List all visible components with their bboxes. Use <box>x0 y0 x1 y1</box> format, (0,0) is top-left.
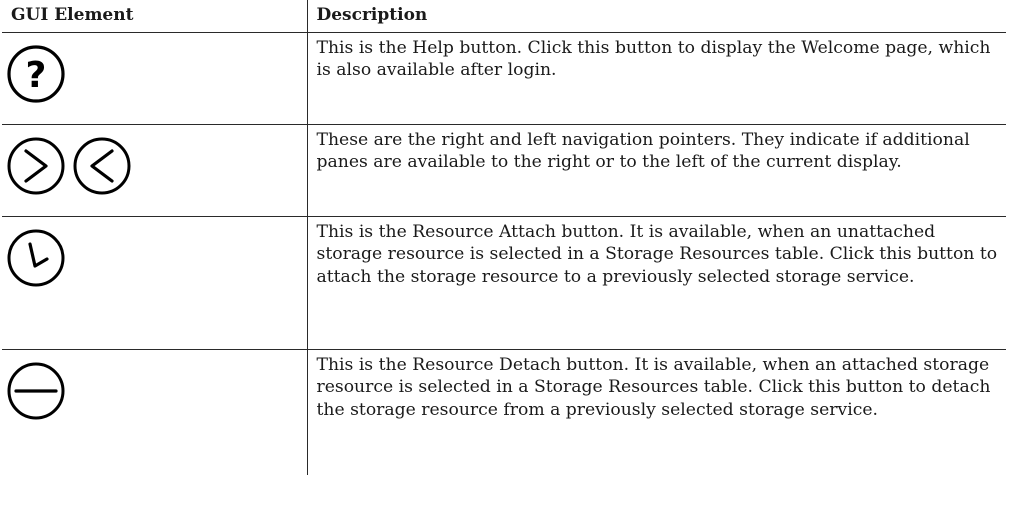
table-header-row: GUI Element Description <box>2 0 1006 33</box>
chevron-left-circle-icon <box>72 136 132 196</box>
svg-text:?: ? <box>26 55 47 96</box>
table-row: This is the Resource Attach button. It i… <box>2 215 1006 350</box>
row-description: This is the Resource Detach button. It i… <box>316 354 991 420</box>
header-description: Description <box>306 0 1006 33</box>
row-description: These are the right and left navigation … <box>316 129 970 173</box>
gui-element-cell: ? <box>2 31 308 125</box>
table-row: These are the right and left navigation … <box>2 123 1006 217</box>
description-cell: These are the right and left navigation … <box>306 123 1006 217</box>
chevron-right-circle-icon <box>6 136 66 196</box>
description-cell: This is the Help button. Click this butt… <box>306 31 1006 125</box>
description-cell: This is the Resource Attach button. It i… <box>306 215 1006 350</box>
gui-element-cell <box>2 348 308 475</box>
header-gui-element: GUI Element <box>2 0 308 33</box>
table-row: This is the Resource Detach button. It i… <box>2 348 1006 475</box>
help-icon: ? <box>6 44 66 104</box>
gui-element-cell <box>2 215 308 350</box>
resource-detach-icon <box>6 361 66 421</box>
gui-element-cell <box>2 123 308 217</box>
row-description: This is the Help button. Click this butt… <box>316 37 991 81</box>
description-cell: This is the Resource Detach button. It i… <box>306 348 1006 475</box>
row-description: This is the Resource Attach button. It i… <box>316 221 998 287</box>
resource-attach-icon <box>6 228 66 288</box>
gui-elements-table: GUI Element Description ? This is the He… <box>2 0 1006 475</box>
table-row: ? This is the Help button. Click this bu… <box>2 31 1006 125</box>
